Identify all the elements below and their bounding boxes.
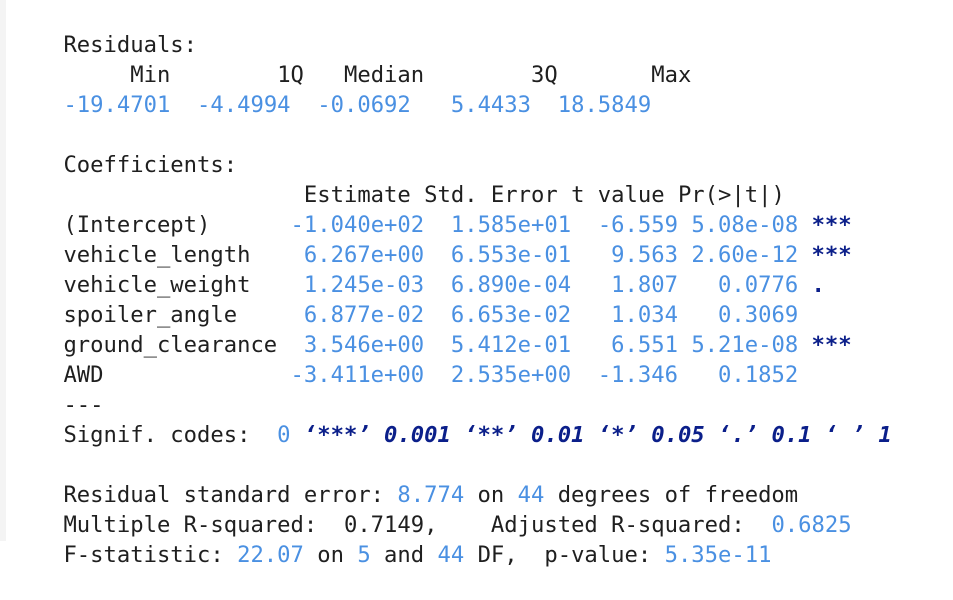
signif-code-005: 0.05 [651,422,705,448]
rse-tail: degrees of freedom [557,482,799,508]
residuals-header: Residuals: [63,32,198,58]
signif-code-space: ‘ ’ [824,422,865,448]
rse-value: 8.774 [397,482,465,508]
coef-row-se: 6.653e-02 [450,302,572,328]
signif-code-2star: ‘**’ [464,422,518,448]
rse-label: Residual standard error: [63,482,385,508]
signif-code-0: 0 [277,422,291,448]
f-df1: 5 [357,542,371,568]
residuals-value-min: -19.4701 [63,92,171,118]
coef-row-name: vehicle_length [63,242,251,268]
residuals-value-median: -0.0692 [317,92,411,118]
residuals-label-min: Min [130,62,171,88]
residuals-value-1q: -4.4994 [197,92,291,118]
coef-row-estimate: 6.877e-02 [303,302,425,328]
pval-label: p-value: [544,542,652,568]
signif-code-1: 1 [878,422,892,448]
residuals-label-1q: 1Q [277,62,304,88]
coef-row-sig: . [811,272,825,298]
residuals-label-median: Median [343,62,425,88]
signif-label: Signif. codes: [63,422,251,448]
coef-row-p: 5.08e-08 [691,212,799,238]
coef-row-se: 6.890e-04 [450,272,572,298]
rse-df: 44 [517,482,545,508]
f-value: 22.07 [237,542,304,568]
signif-code-001: 0.01 [531,422,585,448]
adj-label: Adjusted R-squared: [490,512,745,538]
signif-codes-line: Signif. codes: 0 ‘***’ 0.001 ‘**’ 0.01 ‘… [10,390,953,448]
coefficients-header-line: Coefficients: [10,120,953,178]
coef-row-se: 6.553e-01 [450,242,572,268]
f-on: on [317,542,344,568]
coef-row-t: -1.346 [597,362,678,388]
coef-row-estimate: 1.245e-03 [303,272,425,298]
signif-code-3star: ‘***’ [303,422,371,448]
coef-row-name: AWD [63,362,104,388]
coef-row-t: 9.563 [611,242,678,268]
separator: --- [63,392,104,418]
rse-on: on [477,482,505,508]
rse-line: Residual standard error: 8.774 on 44 deg… [10,450,953,508]
coefficients-header: Coefficients: [63,152,238,178]
coef-row-t: 1.034 [611,302,678,328]
signif-code-0001: 0.001 [384,422,451,448]
coef-col-estimate: Estimate [303,182,411,208]
coef-row-p: 5.21e-08 [691,332,799,358]
console-gutter [0,0,6,541]
coef-row-name: spoiler_angle [63,302,238,328]
coef-row-estimate: -1.040e+02 [290,212,425,238]
coef-row-sig: *** [811,242,852,268]
coef-row-sig: *** [811,332,852,358]
f-df2: 44 [437,542,465,568]
coef-row-sig: *** [811,212,852,238]
coef-row-estimate: -3.411e+00 [290,362,425,388]
coef-row-p: 2.60e-12 [691,242,799,268]
signif-code-dot: ‘.’ [718,422,759,448]
coef-col-t-value: t value [571,182,665,208]
mr2-value: 0.7149, [343,512,438,538]
coef-row-p: 0.1852 [718,362,799,388]
coef-col-std-error: Std. Error [424,182,558,208]
residuals-value-3q: 5.4433 [450,92,532,118]
residuals-label-max: Max [651,62,692,88]
coef-row-se: 5.412e-01 [450,332,572,358]
r-console-output: Residuals: Min 1Q Median 3Q Max -19.4701… [10,0,953,568]
f-label: F-statistic: [63,542,224,568]
adj-value: 0.6825 [771,512,852,538]
coef-row-estimate: 3.546e+00 [303,332,425,358]
coef-col-pr: Pr(>|t|) [677,182,785,208]
coef-row-se: 1.585e+01 [450,212,572,238]
mr2-label: Multiple R-squared: [63,512,318,538]
pval-value: 5.35e-11 [664,542,772,568]
f-df-label: DF, [477,542,518,568]
signif-code-1star: ‘*’ [597,422,638,448]
f-and: and [384,542,425,568]
residuals-value-max: 18.5849 [557,92,652,118]
coef-row-estimate: 6.267e+00 [303,242,425,268]
residuals-label-3q: 3Q [531,62,558,88]
coef-row-p: 0.3069 [718,302,799,328]
signif-code-01: 0.1 [771,422,812,448]
coef-row-t: 6.551 [611,332,678,358]
coef-row-se: 2.535e+00 [450,362,572,388]
residuals-header-line: Residuals: [10,0,953,58]
coef-row-p: 0.0776 [718,272,799,298]
coef-row-t: -6.559 [597,212,678,238]
coef-row-name: ground_clearance [63,332,278,358]
coef-row-name: vehicle_weight [63,272,251,298]
coef-row-name: (Intercept) [63,212,211,238]
coef-row-t: 1.807 [611,272,678,298]
